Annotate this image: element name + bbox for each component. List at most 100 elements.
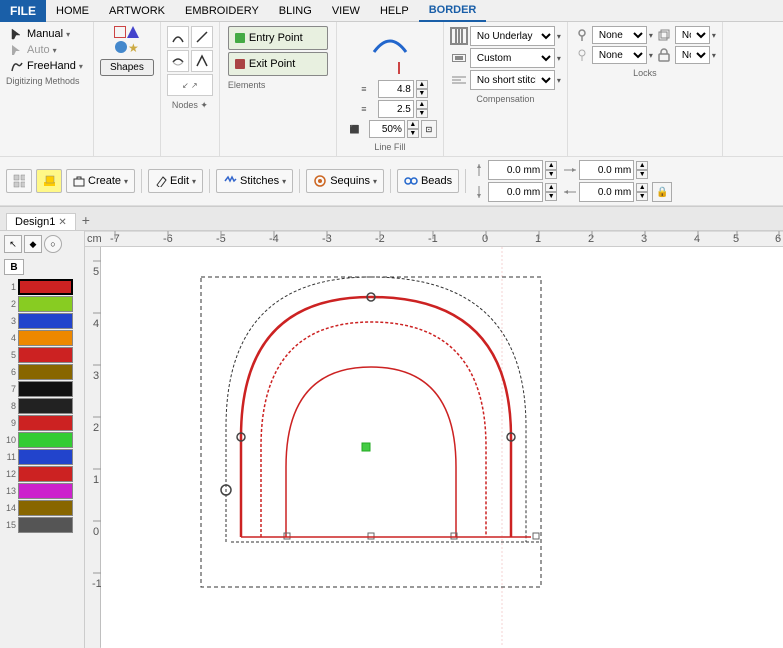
coord-x1-input[interactable] [488, 160, 543, 180]
svg-text:5: 5 [733, 233, 739, 245]
spacing-input[interactable] [378, 100, 414, 118]
node-curve-btn[interactable] [167, 26, 189, 48]
shapes-group: ★ Shapes [94, 22, 161, 156]
coord-y1-input[interactable] [488, 182, 543, 202]
color-swatch-5[interactable] [18, 347, 73, 363]
lasso-tool[interactable]: ○ [44, 235, 62, 253]
svg-text:1: 1 [535, 233, 541, 245]
color-swatch-13[interactable] [18, 483, 73, 499]
density-up[interactable]: ▲ [416, 80, 428, 89]
lock-none1-select[interactable]: None [592, 26, 647, 44]
svg-text:1: 1 [93, 474, 99, 486]
lock-none2-select[interactable]: None [592, 46, 647, 64]
elements-label: Elements [228, 80, 266, 90]
spacing-up[interactable]: ▲ [416, 100, 428, 109]
auto-btn[interactable]: Auto ▾ [6, 42, 87, 58]
color-row-10: 10 [4, 432, 80, 448]
color-swatch-12[interactable] [18, 466, 73, 482]
b-badge[interactable]: B [4, 259, 24, 275]
color-swatch-1[interactable] [18, 279, 73, 295]
color-swatch-15[interactable] [18, 517, 73, 533]
color-swatch-9[interactable] [18, 415, 73, 431]
shapes-button[interactable]: Shapes [100, 59, 154, 76]
entry-point-btn[interactable]: Entry Point [228, 26, 328, 50]
coord-y1-up[interactable]: ▲ [545, 183, 557, 192]
highlight-btn[interactable] [36, 169, 62, 193]
menu-bling[interactable]: BLING [269, 0, 322, 22]
node-line-btn[interactable] [191, 26, 213, 48]
coord-x1-down[interactable]: ▼ [545, 170, 557, 179]
menu-border[interactable]: BORDER [419, 0, 487, 22]
node-cusp-btn[interactable] [191, 50, 213, 72]
color-row-15: 15 [4, 517, 80, 533]
percent-input[interactable] [369, 120, 405, 138]
color-swatch-2[interactable] [18, 296, 73, 312]
exit-point-btn[interactable]: Exit Point [228, 52, 328, 76]
menu-help[interactable]: HELP [370, 0, 419, 22]
color-swatch-11[interactable] [18, 449, 73, 465]
lock-padlock-icon [655, 46, 673, 64]
lock-no1-select[interactable]: No [675, 26, 710, 44]
percent-row: ⬛ ▲ ▼ ⊡ [343, 120, 437, 138]
sequins-btn[interactable]: Sequins ▾ [306, 169, 384, 193]
pointer-tool[interactable]: ↖ [4, 235, 22, 253]
menu-home[interactable]: HOME [46, 0, 99, 22]
density-input[interactable] [378, 80, 414, 98]
freehand-btn[interactable]: FreeHand ▾ [6, 58, 87, 74]
sep2 [209, 169, 210, 193]
color-swatch-6[interactable] [18, 364, 73, 380]
node-tool[interactable]: ◆ [24, 235, 42, 253]
tab-close-btn[interactable]: ✕ [58, 217, 66, 228]
color-row-7: 7 [4, 381, 80, 397]
create-btn[interactable]: Create ▾ [66, 169, 135, 193]
short-stitch-select[interactable]: No short stitch [470, 70, 555, 90]
coord-x2-down[interactable]: ▼ [636, 170, 648, 179]
custom-select[interactable]: Custom [470, 48, 555, 68]
coord-y-icon [472, 185, 486, 199]
spacing-icon: ≡ [352, 104, 376, 114]
node-retract-btn[interactable]: ↙ ↗ [167, 74, 213, 96]
coord-y1-down[interactable]: ▼ [545, 192, 557, 201]
color-swatch-4[interactable] [18, 330, 73, 346]
stitches-btn[interactable]: Stitches ▾ [216, 169, 293, 193]
menu-view[interactable]: VIEW [322, 0, 370, 22]
color-swatch-8[interactable] [18, 398, 73, 414]
color-row-11: 11 [4, 449, 80, 465]
menu-embroidery[interactable]: EMBROIDERY [175, 0, 269, 22]
lock1-arrow: ▾ [649, 31, 653, 40]
grid-btn[interactable] [6, 169, 32, 193]
file-menu[interactable]: FILE [0, 0, 46, 22]
color-num-4: 4 [4, 333, 16, 343]
beads-btn[interactable]: Beads [397, 169, 459, 193]
exit-point-icon [235, 59, 245, 69]
coord-x2-input[interactable] [579, 160, 634, 180]
color-swatch-7[interactable] [18, 381, 73, 397]
design1-tab[interactable]: Design1 ✕ [6, 213, 76, 230]
coord-x1-up[interactable]: ▲ [545, 161, 557, 170]
color-swatch-10[interactable] [18, 432, 73, 448]
percent-up[interactable]: ▲ [407, 120, 419, 129]
coord-y2-input[interactable] [579, 182, 634, 202]
lock-row1: None ▾ No ▾ [574, 26, 716, 44]
color-num-15: 15 [4, 520, 16, 530]
density-down[interactable]: ▼ [416, 89, 428, 98]
lock-none3-select[interactable]: None [675, 46, 710, 64]
new-tab-btn[interactable]: + [76, 210, 96, 230]
manual-btn[interactable]: Manual ▾ [6, 26, 87, 42]
color-row-3: 3 [4, 313, 80, 329]
node-sym-btn[interactable] [167, 50, 189, 72]
lock-coords-btn[interactable]: 🔒 [652, 182, 672, 202]
spacing-down[interactable]: ▼ [416, 109, 428, 118]
menu-artwork[interactable]: ARTWORK [99, 0, 175, 22]
coord-y2-down[interactable]: ▼ [636, 192, 648, 201]
coord-x2-up[interactable]: ▲ [636, 161, 648, 170]
color-swatch-14[interactable] [18, 500, 73, 516]
no-underlay-select[interactable]: No Underlay [470, 26, 555, 46]
coord-y2-up[interactable]: ▲ [636, 183, 648, 192]
color-num-13: 13 [4, 486, 16, 496]
color-swatch-3[interactable] [18, 313, 73, 329]
edit-btn[interactable]: Edit ▾ [148, 169, 203, 193]
linefill-extra-btn[interactable]: ⊡ [421, 120, 437, 138]
color-num-7: 7 [4, 384, 16, 394]
percent-down[interactable]: ▼ [407, 129, 419, 138]
